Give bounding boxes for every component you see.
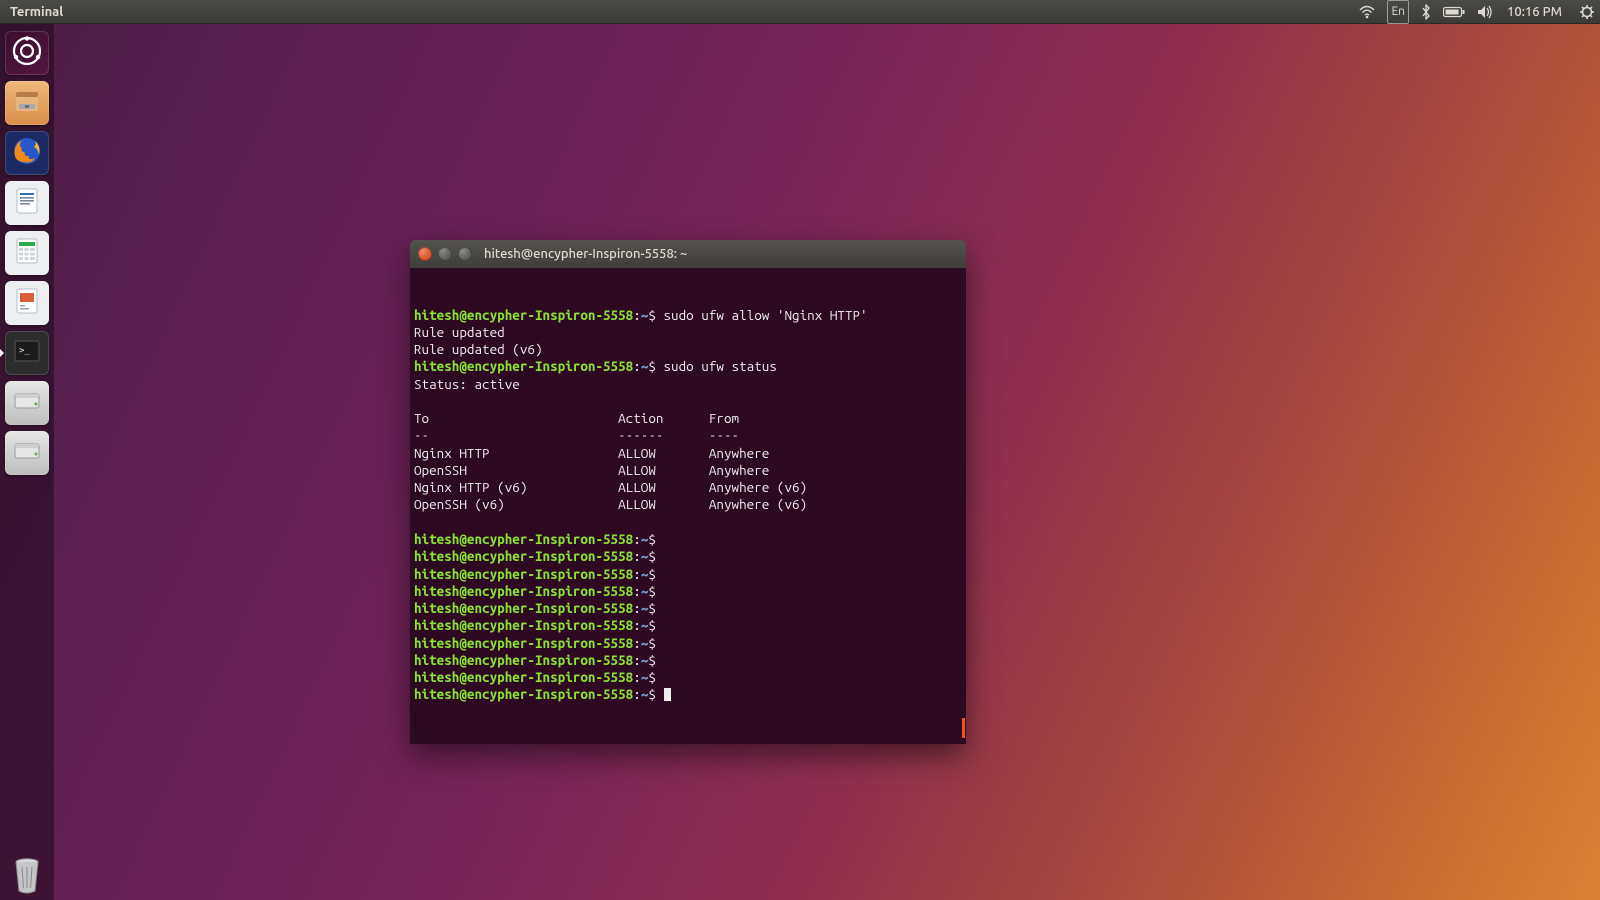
output-text: Status: active	[414, 376, 520, 392]
output-text: Rule updated (v6)	[414, 341, 543, 357]
prompt-user-host: hitesh@encypher-Inspiron-5558	[414, 358, 633, 374]
launcher-item-disk1[interactable]	[5, 381, 49, 425]
unity-launcher: >_	[0, 24, 54, 900]
launcher-item-firefox[interactable]	[5, 131, 49, 175]
terminal-output-line: -- ------ ----	[414, 427, 962, 444]
running-pip-icon	[0, 348, 4, 358]
terminal-command-line: hitesh@encypher-Inspiron-5558:~$	[414, 617, 962, 634]
output-text: OpenSSH (v6) ALLOW Anywhere (v6)	[414, 496, 807, 512]
terminal-command-line: hitesh@encypher-Inspiron-5558:~$	[414, 531, 962, 548]
terminal-command-line: hitesh@encypher-Inspiron-5558:~$	[414, 600, 962, 617]
launcher-trash[interactable]	[5, 853, 49, 897]
terminal-output-line: Status: active	[414, 376, 962, 393]
launcher-item-disk2[interactable]	[5, 431, 49, 475]
launcher-item-dash[interactable]	[5, 31, 49, 75]
active-app-title: Terminal	[6, 5, 63, 19]
output-text: OpenSSH ALLOW Anywhere	[414, 462, 769, 478]
terminal-window[interactable]: hitesh@encypher-Inspiron-5558: ~ hitesh@…	[410, 240, 966, 744]
libreoffice-impress-icon	[12, 286, 42, 320]
terminal-command-line: hitesh@encypher-Inspiron-5558:~$	[414, 566, 962, 583]
files-icon	[12, 86, 42, 120]
command-text: sudo ufw allow 'Nginx HTTP'	[664, 307, 868, 323]
prompt-user-host: hitesh@encypher-Inspiron-5558	[414, 652, 633, 668]
output-text: Rule updated	[414, 324, 505, 340]
terminal-command-line: hitesh@encypher-Inspiron-5558:~$	[414, 635, 962, 652]
drive-icon	[12, 438, 42, 468]
keyboard-layout-indicator[interactable]: En	[1387, 0, 1409, 24]
terminal-command-line: hitesh@encypher-Inspiron-5558:~$	[414, 686, 962, 703]
output-text: Nginx HTTP ALLOW Anywhere	[414, 445, 769, 461]
terminal-scrollbar-thumb[interactable]	[962, 718, 965, 738]
launcher-item-impress[interactable]	[5, 281, 49, 325]
terminal-output-line: Nginx HTTP ALLOW Anywhere	[414, 445, 962, 462]
prompt-user-host: hitesh@encypher-Inspiron-5558	[414, 669, 633, 685]
volume-indicator-icon[interactable]	[1477, 0, 1493, 24]
prompt-user-host: hitesh@encypher-Inspiron-5558	[414, 686, 633, 702]
terminal-output-line: Rule updated (v6)	[414, 341, 962, 358]
terminal-command-line: hitesh@encypher-Inspiron-5558:~$	[414, 583, 962, 600]
terminal-output-line: To Action From	[414, 410, 962, 427]
prompt-user-host: hitesh@encypher-Inspiron-5558	[414, 617, 633, 633]
bluetooth-indicator-icon[interactable]	[1421, 0, 1431, 24]
prompt-user-host: hitesh@encypher-Inspiron-5558	[414, 548, 633, 564]
launcher-item-calc[interactable]	[5, 231, 49, 275]
window-titlebar[interactable]: hitesh@encypher-Inspiron-5558: ~	[410, 240, 966, 268]
prompt-user-host: hitesh@encypher-Inspiron-5558	[414, 600, 633, 616]
window-close-button[interactable]	[418, 247, 432, 261]
firefox-icon	[10, 134, 44, 172]
output-text: To Action From	[414, 410, 739, 426]
prompt-user-host: hitesh@encypher-Inspiron-5558	[414, 531, 633, 547]
libreoffice-calc-icon	[12, 236, 42, 270]
launcher-item-terminal[interactable]: >_	[5, 331, 49, 375]
drive-icon	[12, 388, 42, 418]
terminal-blank-line	[414, 393, 962, 410]
dash-icon	[12, 36, 42, 70]
session-gear-icon[interactable]	[1580, 0, 1594, 24]
launcher-item-writer[interactable]	[5, 181, 49, 225]
output-text: Nginx HTTP (v6) ALLOW Anywhere (v6)	[414, 479, 807, 495]
prompt-user-host: hitesh@encypher-Inspiron-5558	[414, 583, 633, 599]
window-minimize-button[interactable]	[438, 247, 452, 261]
battery-indicator-icon[interactable]	[1443, 0, 1465, 24]
terminal-body[interactable]: hitesh@encypher-Inspiron-5558:~$ sudo uf…	[410, 268, 966, 744]
prompt-user-host: hitesh@encypher-Inspiron-5558	[414, 307, 633, 323]
svg-text:>_: >_	[19, 346, 30, 356]
window-maximize-button[interactable]	[458, 247, 472, 261]
terminal-output-line: OpenSSH (v6) ALLOW Anywhere (v6)	[414, 496, 962, 513]
terminal-icon: >_	[12, 336, 42, 370]
top-menubar: Terminal En 10:16 PM	[0, 0, 1600, 24]
terminal-command-line: hitesh@encypher-Inspiron-5558:~$	[414, 652, 962, 669]
clock-indicator[interactable]: 10:16 PM	[1507, 0, 1562, 24]
terminal-command-line: hitesh@encypher-Inspiron-5558:~$	[414, 669, 962, 686]
wifi-indicator-icon[interactable]	[1359, 0, 1375, 24]
prompt-user-host: hitesh@encypher-Inspiron-5558	[414, 566, 633, 582]
launcher-item-files[interactable]	[5, 81, 49, 125]
terminal-output-line: OpenSSH ALLOW Anywhere	[414, 462, 962, 479]
terminal-command-line: hitesh@encypher-Inspiron-5558:~$	[414, 548, 962, 565]
terminal-command-line: hitesh@encypher-Inspiron-5558:~$ sudo uf…	[414, 358, 962, 375]
terminal-output-line: Nginx HTTP (v6) ALLOW Anywhere (v6)	[414, 479, 962, 496]
terminal-output-line: Rule updated	[414, 324, 962, 341]
command-text: sudo ufw status	[664, 358, 777, 374]
trash-icon	[10, 855, 44, 895]
prompt-user-host: hitesh@encypher-Inspiron-5558	[414, 635, 633, 651]
window-title: hitesh@encypher-Inspiron-5558: ~	[484, 247, 687, 261]
terminal-cursor	[664, 688, 671, 701]
output-text: -- ------ ----	[414, 427, 739, 443]
terminal-blank-line	[414, 514, 962, 531]
libreoffice-writer-icon	[12, 186, 42, 220]
terminal-command-line: hitesh@encypher-Inspiron-5558:~$ sudo uf…	[414, 307, 962, 324]
